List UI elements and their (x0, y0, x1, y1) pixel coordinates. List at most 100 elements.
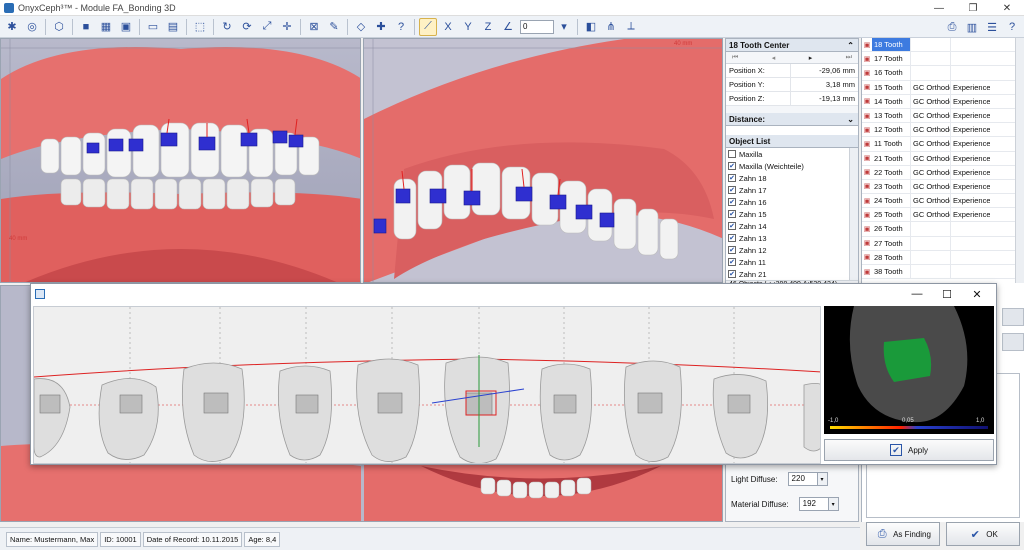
as-finding-button[interactable]: ⎙ As Finding (866, 522, 940, 546)
object-item-maxilla-soft[interactable]: ✔ Maxilla (Weichteile) (726, 160, 858, 172)
axis-x-icon[interactable]: X (439, 18, 457, 36)
minimize-button[interactable]: — (922, 0, 956, 16)
table-row[interactable]: ▣ 38 Tooth (862, 265, 1024, 280)
object-item-zahn-12[interactable]: ✔ Zahn 12 (726, 244, 858, 256)
collapse-icon[interactable]: ⌃ (847, 41, 854, 50)
object-checkbox[interactable]: ✔ (728, 174, 736, 182)
object-checkbox[interactable]: ✔ (728, 270, 736, 278)
distance-header[interactable]: Distance: ⌄ (726, 113, 858, 126)
print-icon[interactable]: ⎙ (943, 18, 961, 36)
deviation-color-preview[interactable]: -1,0 0,05 1,0 (824, 306, 994, 434)
table-row[interactable]: ▣ 24 Tooth GC Orthodo Experience (862, 194, 1024, 209)
light-diffuse-spin-icon[interactable]: ▾ (817, 472, 828, 486)
rotate-icon[interactable]: ↻ (218, 18, 236, 36)
angle-icon[interactable]: ∠ (499, 18, 517, 36)
object-checkbox[interactable]: ✔ (728, 186, 736, 194)
table-row[interactable]: ▣ 12 Tooth GC Orthodo Experience (862, 123, 1024, 138)
occlusal-3d-viewport[interactable]: 40 mm (363, 38, 723, 283)
cube-view-icon[interactable]: ⬡ (50, 18, 68, 36)
table-row[interactable]: ▣ 26 Tooth (862, 222, 1024, 237)
settings-gear-icon[interactable]: ✱ (3, 18, 21, 36)
table-row[interactable]: ▣ 17 Tooth (862, 52, 1024, 67)
table-row[interactable]: ▣ 25 Tooth GC Orthodo Experience (862, 208, 1024, 223)
material-diffuse-spin-icon[interactable]: ▾ (828, 497, 839, 511)
object-item-zahn-14[interactable]: ✔ Zahn 14 (726, 220, 858, 232)
table-row[interactable]: ▣ 14 Tooth GC Orthodo Experience (862, 94, 1024, 109)
bracket-alignment-strip[interactable] (33, 306, 821, 464)
object-item-zahn-15[interactable]: ✔ Zahn 15 (726, 208, 858, 220)
object-checkbox[interactable]: ✔ (728, 198, 736, 206)
edit-bracket-icon[interactable]: ✎ (325, 18, 343, 36)
tooth-table-scrollbar[interactable] (1015, 38, 1024, 283)
dialog-maximize-button[interactable]: ☐ (932, 286, 962, 302)
table-row[interactable]: ▣ 28 Tooth (862, 250, 1024, 265)
position-x-field[interactable]: -29,06 mm (790, 63, 858, 78)
split-view-icon[interactable]: ▦ (97, 18, 115, 36)
object-item-zahn-17[interactable]: ✔ Zahn 17 (726, 184, 858, 196)
object-item-zahn-16[interactable]: ✔ Zahn 16 (726, 196, 858, 208)
axis-y-icon[interactable]: Y (459, 18, 477, 36)
tooth-center-header[interactable]: 18 Tooth Center ⌃ (726, 39, 858, 52)
add-point-icon[interactable]: ✚ (372, 18, 390, 36)
transform-icon[interactable]: ⤢ (258, 18, 276, 36)
object-checkbox[interactable]: ✔ (728, 222, 736, 230)
object-list-scrollbar[interactable] (849, 148, 858, 280)
dialog-titlebar[interactable] (31, 284, 996, 304)
spinner-arrow-icon[interactable]: ▾ (555, 18, 573, 36)
rotation-spinner[interactable]: 0 (520, 19, 554, 34)
save-icon[interactable]: ▤ (164, 18, 182, 36)
refresh-icon[interactable]: ⟳ (238, 18, 256, 36)
crop-frame-icon[interactable]: ⬚ (191, 18, 209, 36)
table-row[interactable]: ▣ 27 Tooth (862, 236, 1024, 251)
side-tab-1[interactable] (1002, 308, 1024, 326)
table-row[interactable]: ▣ 22 Tooth GC Orthodo Experience (862, 165, 1024, 180)
view-target-icon[interactable]: ◎ (23, 18, 41, 36)
side-tab-2[interactable] (1002, 333, 1024, 351)
quad-view-icon[interactable]: ▣ (117, 18, 135, 36)
place-bracket-icon[interactable]: ⟋ (419, 17, 437, 36)
open-folder-icon[interactable]: ▭ (144, 18, 162, 36)
first-record-icon[interactable]: ⏮ (732, 54, 738, 62)
table-row[interactable]: ▣ 18 Tooth (862, 38, 1024, 53)
object-checkbox[interactable]: ✔ (728, 234, 736, 242)
expand-icon[interactable]: ⌄ (847, 115, 854, 124)
tooth-icon[interactable]: ◇ (352, 18, 370, 36)
material-diffuse-input[interactable]: 192 (798, 497, 829, 511)
object-checkbox[interactable]: ✔ (728, 162, 736, 170)
table-row[interactable]: ▣ 13 Tooth GC Orthodo Experience (862, 108, 1024, 124)
object-checkbox[interactable]: ✔ (728, 258, 736, 266)
export-icon[interactable]: ▥ (963, 18, 981, 36)
help-point-icon[interactable]: ? (392, 18, 410, 36)
prev-record-icon[interactable]: ◂ (772, 54, 776, 62)
light-diffuse-input[interactable]: 220 (787, 472, 818, 486)
table-row[interactable]: ▣ 15 Tooth GC Orthodo Experience (862, 80, 1024, 95)
axis-z-icon[interactable]: Z (479, 18, 497, 36)
options-icon[interactable]: ☰ (983, 18, 1001, 36)
object-checkbox[interactable]: ✔ (728, 246, 736, 254)
help-icon[interactable]: ? (1003, 18, 1021, 36)
ok-button[interactable]: ✔ OK (946, 522, 1020, 546)
last-record-icon[interactable]: ⏭ (846, 54, 852, 62)
apply-button[interactable]: ✔ Apply (824, 439, 994, 461)
object-item-zahn-13[interactable]: ✔ Zahn 13 (726, 232, 858, 244)
close-button[interactable]: ✕ (990, 0, 1024, 16)
dialog-minimize-button[interactable]: — (902, 286, 932, 302)
table-row[interactable]: ▣ 11 Tooth GC Orthodo Experience (862, 137, 1024, 152)
crosshair-icon[interactable]: ✛ (278, 18, 296, 36)
maximize-button[interactable]: ❐ (956, 0, 990, 16)
frontal-3d-viewport[interactable]: 40 mm (0, 38, 361, 283)
next-record-icon[interactable]: ▸ (809, 54, 813, 62)
object-checkbox[interactable] (728, 150, 736, 158)
object-item-zahn-21[interactable]: ✔ Zahn 21 (726, 268, 858, 280)
color-map-icon[interactable]: ◧ (582, 18, 600, 36)
table-row[interactable]: ▣ 16 Tooth (862, 66, 1024, 81)
table-row[interactable]: ▣ 23 Tooth GC Orthodo Experience (862, 179, 1024, 195)
dialog-close-button[interactable]: ✕ (962, 286, 992, 302)
position-z-field[interactable]: -19,13 mm (790, 91, 858, 106)
table-row[interactable]: ▣ 21 Tooth GC Orthodo Experience (862, 151, 1024, 166)
tooth-group-icon[interactable]: ⋔ (602, 18, 620, 36)
position-y-field[interactable]: 3,18 mm (790, 77, 858, 92)
object-item-zahn-18[interactable]: ✔ Zahn 18 (726, 172, 858, 184)
object-item-zahn-11[interactable]: ✔ Zahn 11 (726, 256, 858, 268)
measure-icon[interactable]: ⟂ (622, 18, 640, 36)
